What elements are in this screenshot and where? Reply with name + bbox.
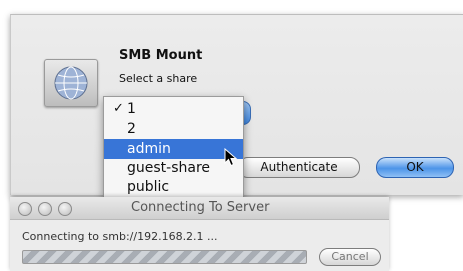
menu-item-public[interactable]: public	[104, 177, 243, 197]
window-titlebar: Connecting To Server	[10, 197, 389, 220]
dialog-subtitle: Select a share	[119, 72, 198, 85]
menu-item-2[interactable]: 2	[104, 119, 243, 139]
share-menu: ✓ 1 2 admin guest-share public	[103, 96, 244, 199]
menu-item-label: admin	[127, 141, 171, 157]
authenticate-button[interactable]: Authenticate	[238, 157, 360, 178]
menu-item-label: guest-share	[127, 160, 211, 176]
menu-item-1[interactable]: ✓ 1	[104, 99, 243, 119]
menu-item-guest-share[interactable]: guest-share	[104, 158, 243, 178]
window-title: Connecting To Server	[131, 200, 270, 215]
connection-status: Connecting to smb://192.168.2.1 ...	[22, 230, 218, 243]
menu-item-label: public	[127, 179, 170, 195]
progress-bar	[22, 250, 307, 264]
menu-item-label: 2	[127, 121, 136, 137]
zoom-icon[interactable]	[58, 202, 72, 216]
mouse-pointer-icon	[224, 147, 238, 172]
ok-button[interactable]: OK	[376, 157, 454, 178]
network-globe-icon	[44, 59, 98, 107]
checkmark-icon: ✓	[113, 101, 124, 116]
connecting-window: Connecting To Server Connecting to smb:/…	[10, 197, 389, 271]
minimize-icon[interactable]	[38, 202, 52, 216]
close-icon[interactable]	[18, 202, 32, 216]
dialog-title: SMB Mount	[119, 48, 203, 63]
menu-item-admin[interactable]: admin	[104, 139, 243, 159]
menu-item-label: 1	[127, 101, 136, 117]
cancel-button[interactable]: Cancel	[319, 248, 381, 266]
